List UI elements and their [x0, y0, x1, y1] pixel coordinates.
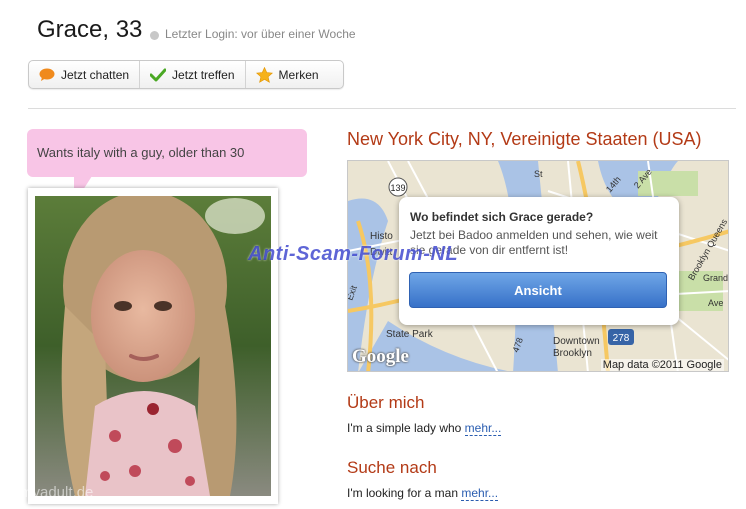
- looking-for-title: Suche nach: [347, 458, 437, 477]
- google-logo: Google: [352, 346, 409, 367]
- profile-action-bar: Jetzt chatten Jetzt treffen Merken: [28, 60, 344, 89]
- meet-button-label: Jetzt treffen: [172, 67, 235, 82]
- map-popup-title: Wo befindet sich Grace gerade?: [410, 210, 594, 224]
- bookmark-button-label: Merken: [278, 67, 319, 82]
- bookmark-button[interactable]: Merken: [246, 61, 329, 88]
- map-label-downtown: Downtown: [553, 336, 600, 347]
- profile-photo-frame[interactable]: [28, 188, 278, 504]
- star-icon: [255, 66, 273, 83]
- about-me-snippet: I'm a simple lady who: [347, 421, 465, 435]
- view-button[interactable]: Ansicht: [409, 272, 667, 308]
- about-me-more-link[interactable]: mehr...: [464, 421, 502, 436]
- last-login-text: Letzter Login: vor über einer Woche: [165, 27, 356, 41]
- map-label-278: 278: [613, 333, 630, 344]
- header-divider: [28, 108, 736, 109]
- meet-button[interactable]: Jetzt treffen: [140, 61, 246, 88]
- profile-photo[interactable]: [35, 196, 271, 496]
- photo-watermark: myadult.de: [20, 484, 94, 501]
- map-label-ave: Ave: [708, 298, 723, 308]
- chat-bubble-icon: [39, 68, 55, 82]
- profile-name-age: Grace, 33: [37, 16, 143, 43]
- about-me-title: Über mich: [347, 393, 425, 412]
- online-status-icon: [150, 31, 159, 40]
- checkmark-icon: [150, 68, 167, 82]
- map-label-st: St: [534, 169, 543, 179]
- map-label-histo: Histo: [370, 231, 393, 242]
- location-map[interactable]: 139 278 State Park Downtown Brooklyn His…: [347, 160, 729, 372]
- map-label-brooklyn: Brooklyn: [553, 348, 592, 359]
- map-credit: Map data ©2011 Google: [600, 359, 724, 371]
- chat-button-label: Jetzt chatten: [61, 67, 130, 82]
- about-me-text: I'm a simple lady who mehr...: [347, 421, 502, 436]
- chat-button[interactable]: Jetzt chatten: [29, 61, 141, 88]
- map-label-state-park: State Park: [386, 329, 434, 340]
- map-label-139: 139: [390, 183, 405, 193]
- scam-forum-watermark: Anti-Scam-Forum-NL: [248, 243, 459, 265]
- looking-for-text: I'm looking for a man mehr...: [347, 486, 499, 501]
- location-title: New York City, NY, Vereinigte Staaten (U…: [347, 129, 702, 149]
- looking-for-more-link[interactable]: mehr...: [461, 486, 499, 501]
- looking-for-snippet: I'm looking for a man: [347, 486, 462, 500]
- status-bubble: Wants italy with a guy, older than 30: [27, 129, 307, 177]
- map-label-grand: Grand: [703, 273, 728, 283]
